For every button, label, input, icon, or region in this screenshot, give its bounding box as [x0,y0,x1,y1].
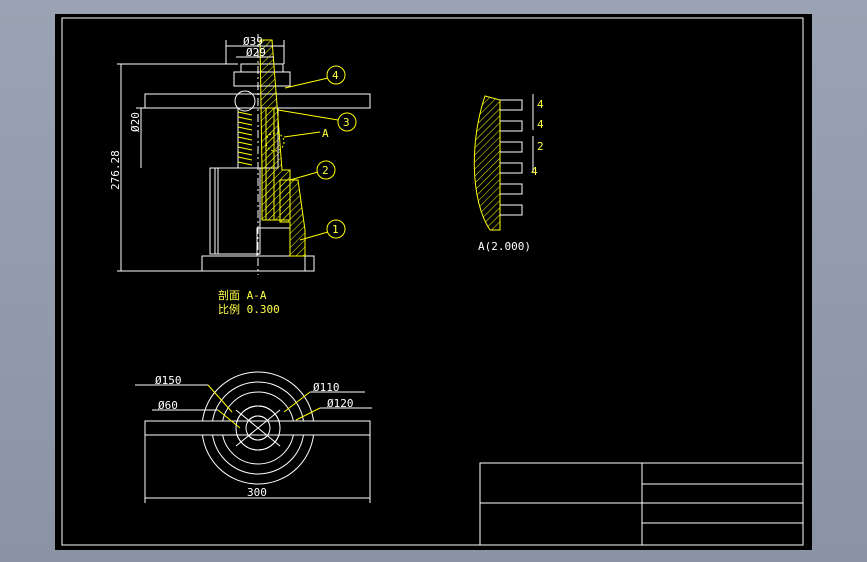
balloon-4-label: 4 [332,69,339,82]
detail-dim-1: 4 [537,98,544,111]
balloon-1-label: 1 [332,223,339,236]
scale-label: 比例 0.300 [218,302,280,316]
balloon-3-label: 3 [343,116,350,129]
dim-label-300: 300 [247,486,267,499]
dim-label-60: Ø60 [158,399,178,412]
detail-callout-label: A [322,127,329,140]
detail-dim-2: 4 [537,118,544,131]
dim-label-29: Ø29 [246,46,266,59]
cad-viewport: Ø39 Ø29 276.28 Ø20 4 3 2 1 A 剖面 A-A 比例 0… [0,0,867,562]
dim-label-height: 276.28 [109,150,122,190]
detail-dim-3: 2 [537,140,544,153]
detail-caption: A(2.000) [478,240,531,253]
drawing-canvas: Ø39 Ø29 276.28 Ø20 4 3 2 1 A 剖面 A-A 比例 0… [55,14,812,550]
dim-label-110: Ø110 [313,381,340,394]
dim-label-120: Ø120 [327,397,354,410]
dim-label-20: Ø20 [129,112,142,132]
dim-label-150: Ø150 [155,374,182,387]
section-title: 剖面 A-A [218,288,267,302]
detail-dim-4: 4 [531,165,538,178]
balloon-2-label: 2 [322,164,329,177]
hatched-screw-core [265,107,275,221]
